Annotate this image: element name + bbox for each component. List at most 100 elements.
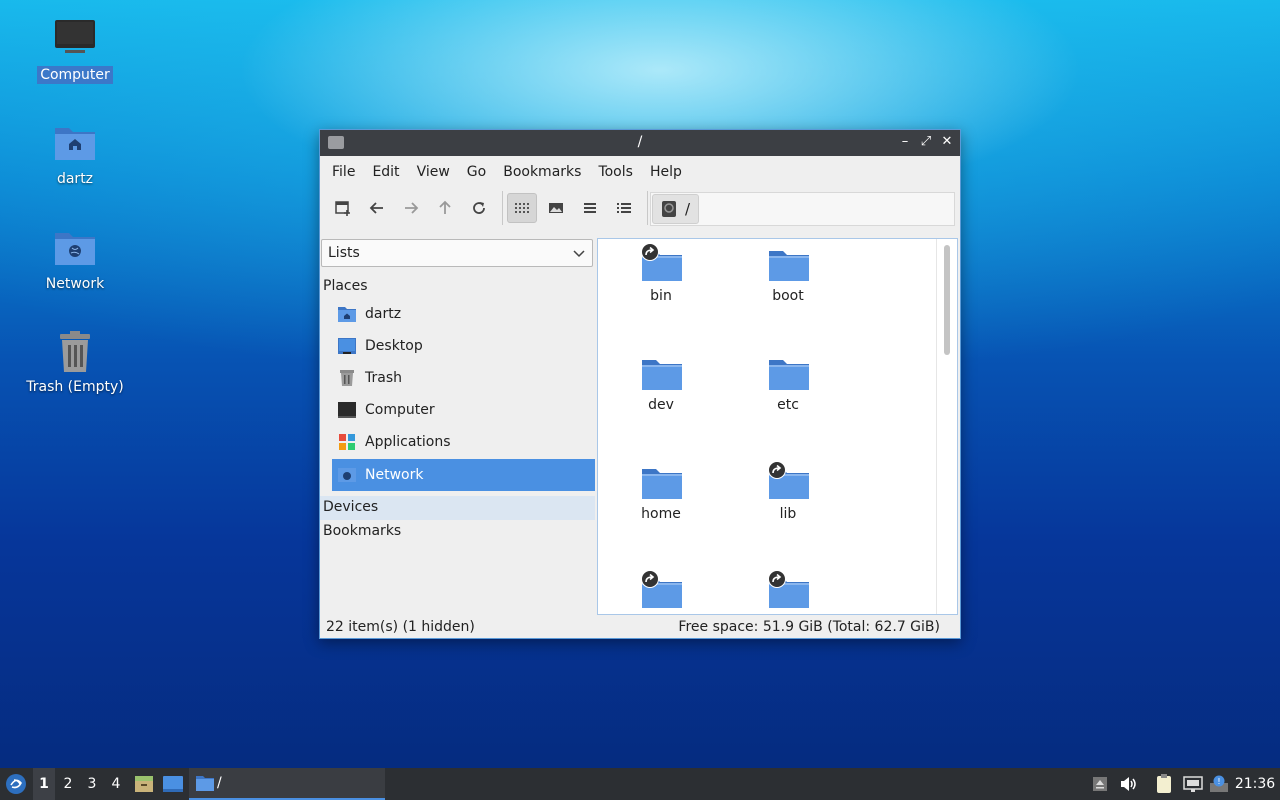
file-item[interactable] [611, 570, 711, 614]
file-item[interactable]: lib [738, 461, 838, 522]
desktop-icon-trash[interactable]: Trash (Empty) [20, 330, 130, 396]
bookmarks-header[interactable]: Bookmarks [323, 523, 401, 539]
places-header[interactable]: Places [323, 278, 368, 294]
tray-network[interactable] [1181, 768, 1205, 800]
compact-view-button[interactable] [575, 193, 605, 223]
back-button[interactable] [362, 193, 392, 223]
computer-icon [337, 401, 357, 419]
sidebar-item-network[interactable]: Network [332, 459, 595, 491]
tray-volume[interactable] [1117, 768, 1139, 800]
file-name: bin [650, 288, 672, 304]
file-item[interactable]: etc [738, 352, 838, 413]
window-titlebar[interactable]: / – ⤢ ✕ [320, 130, 960, 156]
clipboard-icon [1157, 774, 1171, 793]
drive-icon [662, 201, 676, 217]
computer-icon [53, 18, 97, 62]
menu-edit[interactable]: Edit [364, 164, 407, 180]
workspace-4[interactable]: 4 [105, 768, 127, 800]
sidebar-item-applications[interactable]: Applications [332, 427, 595, 457]
network-folder-icon [53, 227, 97, 271]
forward-button[interactable] [396, 193, 426, 223]
menu-go[interactable]: Go [459, 164, 494, 180]
devices-section[interactable]: Devices [320, 496, 595, 520]
volume-icon [1121, 777, 1136, 791]
close-button[interactable]: ✕ [938, 133, 956, 151]
file-item[interactable]: home [611, 461, 711, 522]
file-name: etc [777, 397, 799, 413]
show-desktop-icon [163, 776, 183, 792]
detailed-list-view-button[interactable] [609, 193, 639, 223]
folder-icon [767, 243, 809, 281]
path-root-button[interactable]: / [652, 194, 700, 224]
menu-file[interactable]: File [324, 164, 363, 180]
folder-link-icon [640, 243, 682, 281]
desktop-icon-computer[interactable]: Computer [20, 18, 130, 84]
task-file-manager[interactable]: / [189, 768, 385, 800]
lxqt-logo-icon [6, 774, 26, 794]
toolbar: / [320, 188, 960, 228]
quicklaunch-archive[interactable] [132, 768, 156, 800]
tray-eject[interactable] [1090, 768, 1110, 800]
file-item[interactable] [738, 570, 838, 614]
menu-help[interactable]: Help [642, 164, 690, 180]
sidebar-item-desktop[interactable]: Desktop [332, 331, 595, 361]
desktop-icon-label: Computer [37, 66, 113, 84]
chevron-down-icon [573, 250, 585, 258]
sidebar: Lists Places dartz Desktop Trash Compute… [320, 238, 597, 614]
sidebar-item-label: Computer [365, 402, 435, 418]
up-button[interactable] [430, 193, 460, 223]
sidebar-item-dartz[interactable]: dartz [332, 299, 595, 329]
archive-icon [135, 776, 153, 792]
folder-link-icon [767, 461, 809, 499]
applications-icon [337, 433, 357, 451]
status-bar: 22 item(s) (1 hidden) Free space: 51.9 G… [320, 615, 960, 639]
tray-updates[interactable]: ! [1208, 768, 1230, 800]
maximize-button[interactable]: ⤢ [917, 133, 935, 151]
quicklaunch-desktop[interactable] [160, 768, 186, 800]
file-item[interactable]: boot [738, 243, 838, 304]
sidebar-mode-select[interactable]: Lists [321, 239, 593, 267]
start-menu-button[interactable] [2, 768, 30, 800]
sidebar-item-computer[interactable]: Computer [332, 395, 595, 425]
item-count: 22 item(s) (1 hidden) [326, 619, 475, 635]
sidebar-item-label: Desktop [365, 338, 423, 354]
folder-icon [196, 776, 214, 791]
update-notifier-icon: ! [1210, 775, 1228, 792]
workspace-2[interactable]: 2 [57, 768, 79, 800]
folder-icon [767, 352, 809, 390]
workspace-3[interactable]: 3 [81, 768, 103, 800]
folder-icon [640, 352, 682, 390]
icon-view-icon [515, 203, 529, 213]
new-tab-icon [335, 201, 350, 216]
file-item[interactable]: dev [611, 352, 711, 413]
scrollbar-thumb[interactable] [944, 245, 950, 355]
workspace-1[interactable]: 1 [33, 768, 55, 800]
thumbnail-view-button[interactable] [541, 193, 571, 223]
network-connection-icon [1183, 776, 1203, 792]
desktop-icon-home[interactable]: dartz [20, 122, 130, 188]
clock[interactable]: 21:36 [1232, 768, 1278, 800]
sidebar-item-trash[interactable]: Trash [332, 363, 595, 393]
menu-tools[interactable]: Tools [590, 164, 641, 180]
free-space: Free space: 51.9 GiB (Total: 62.7 GiB) [678, 619, 940, 635]
window-title: / [637, 134, 643, 150]
forward-icon [405, 202, 419, 214]
tray-clipboard[interactable] [1153, 768, 1175, 800]
path-bar[interactable]: / [650, 192, 955, 226]
file-manager-window: / – ⤢ ✕ File Edit View Go Bookmarks Tool… [319, 129, 961, 639]
detailed-list-view-icon [617, 203, 631, 213]
new-tab-button[interactable] [328, 193, 358, 223]
menu-view[interactable]: View [409, 164, 458, 180]
menu-bookmarks[interactable]: Bookmarks [495, 164, 589, 180]
minimize-button[interactable]: – [896, 133, 914, 151]
menu-bar: File Edit View Go Bookmarks Tools Help [320, 156, 960, 188]
sidebar-mode-value: Lists [328, 245, 360, 261]
scrollbar-track[interactable] [936, 239, 957, 614]
icon-view-button[interactable] [507, 193, 537, 223]
reload-button[interactable] [464, 193, 494, 223]
file-name: home [641, 506, 681, 522]
trash-icon [53, 330, 97, 374]
desktop-icon-network[interactable]: Network [20, 227, 130, 293]
file-item[interactable]: bin [611, 243, 711, 304]
file-view[interactable]: bin boot dev etc home lib [597, 238, 958, 615]
